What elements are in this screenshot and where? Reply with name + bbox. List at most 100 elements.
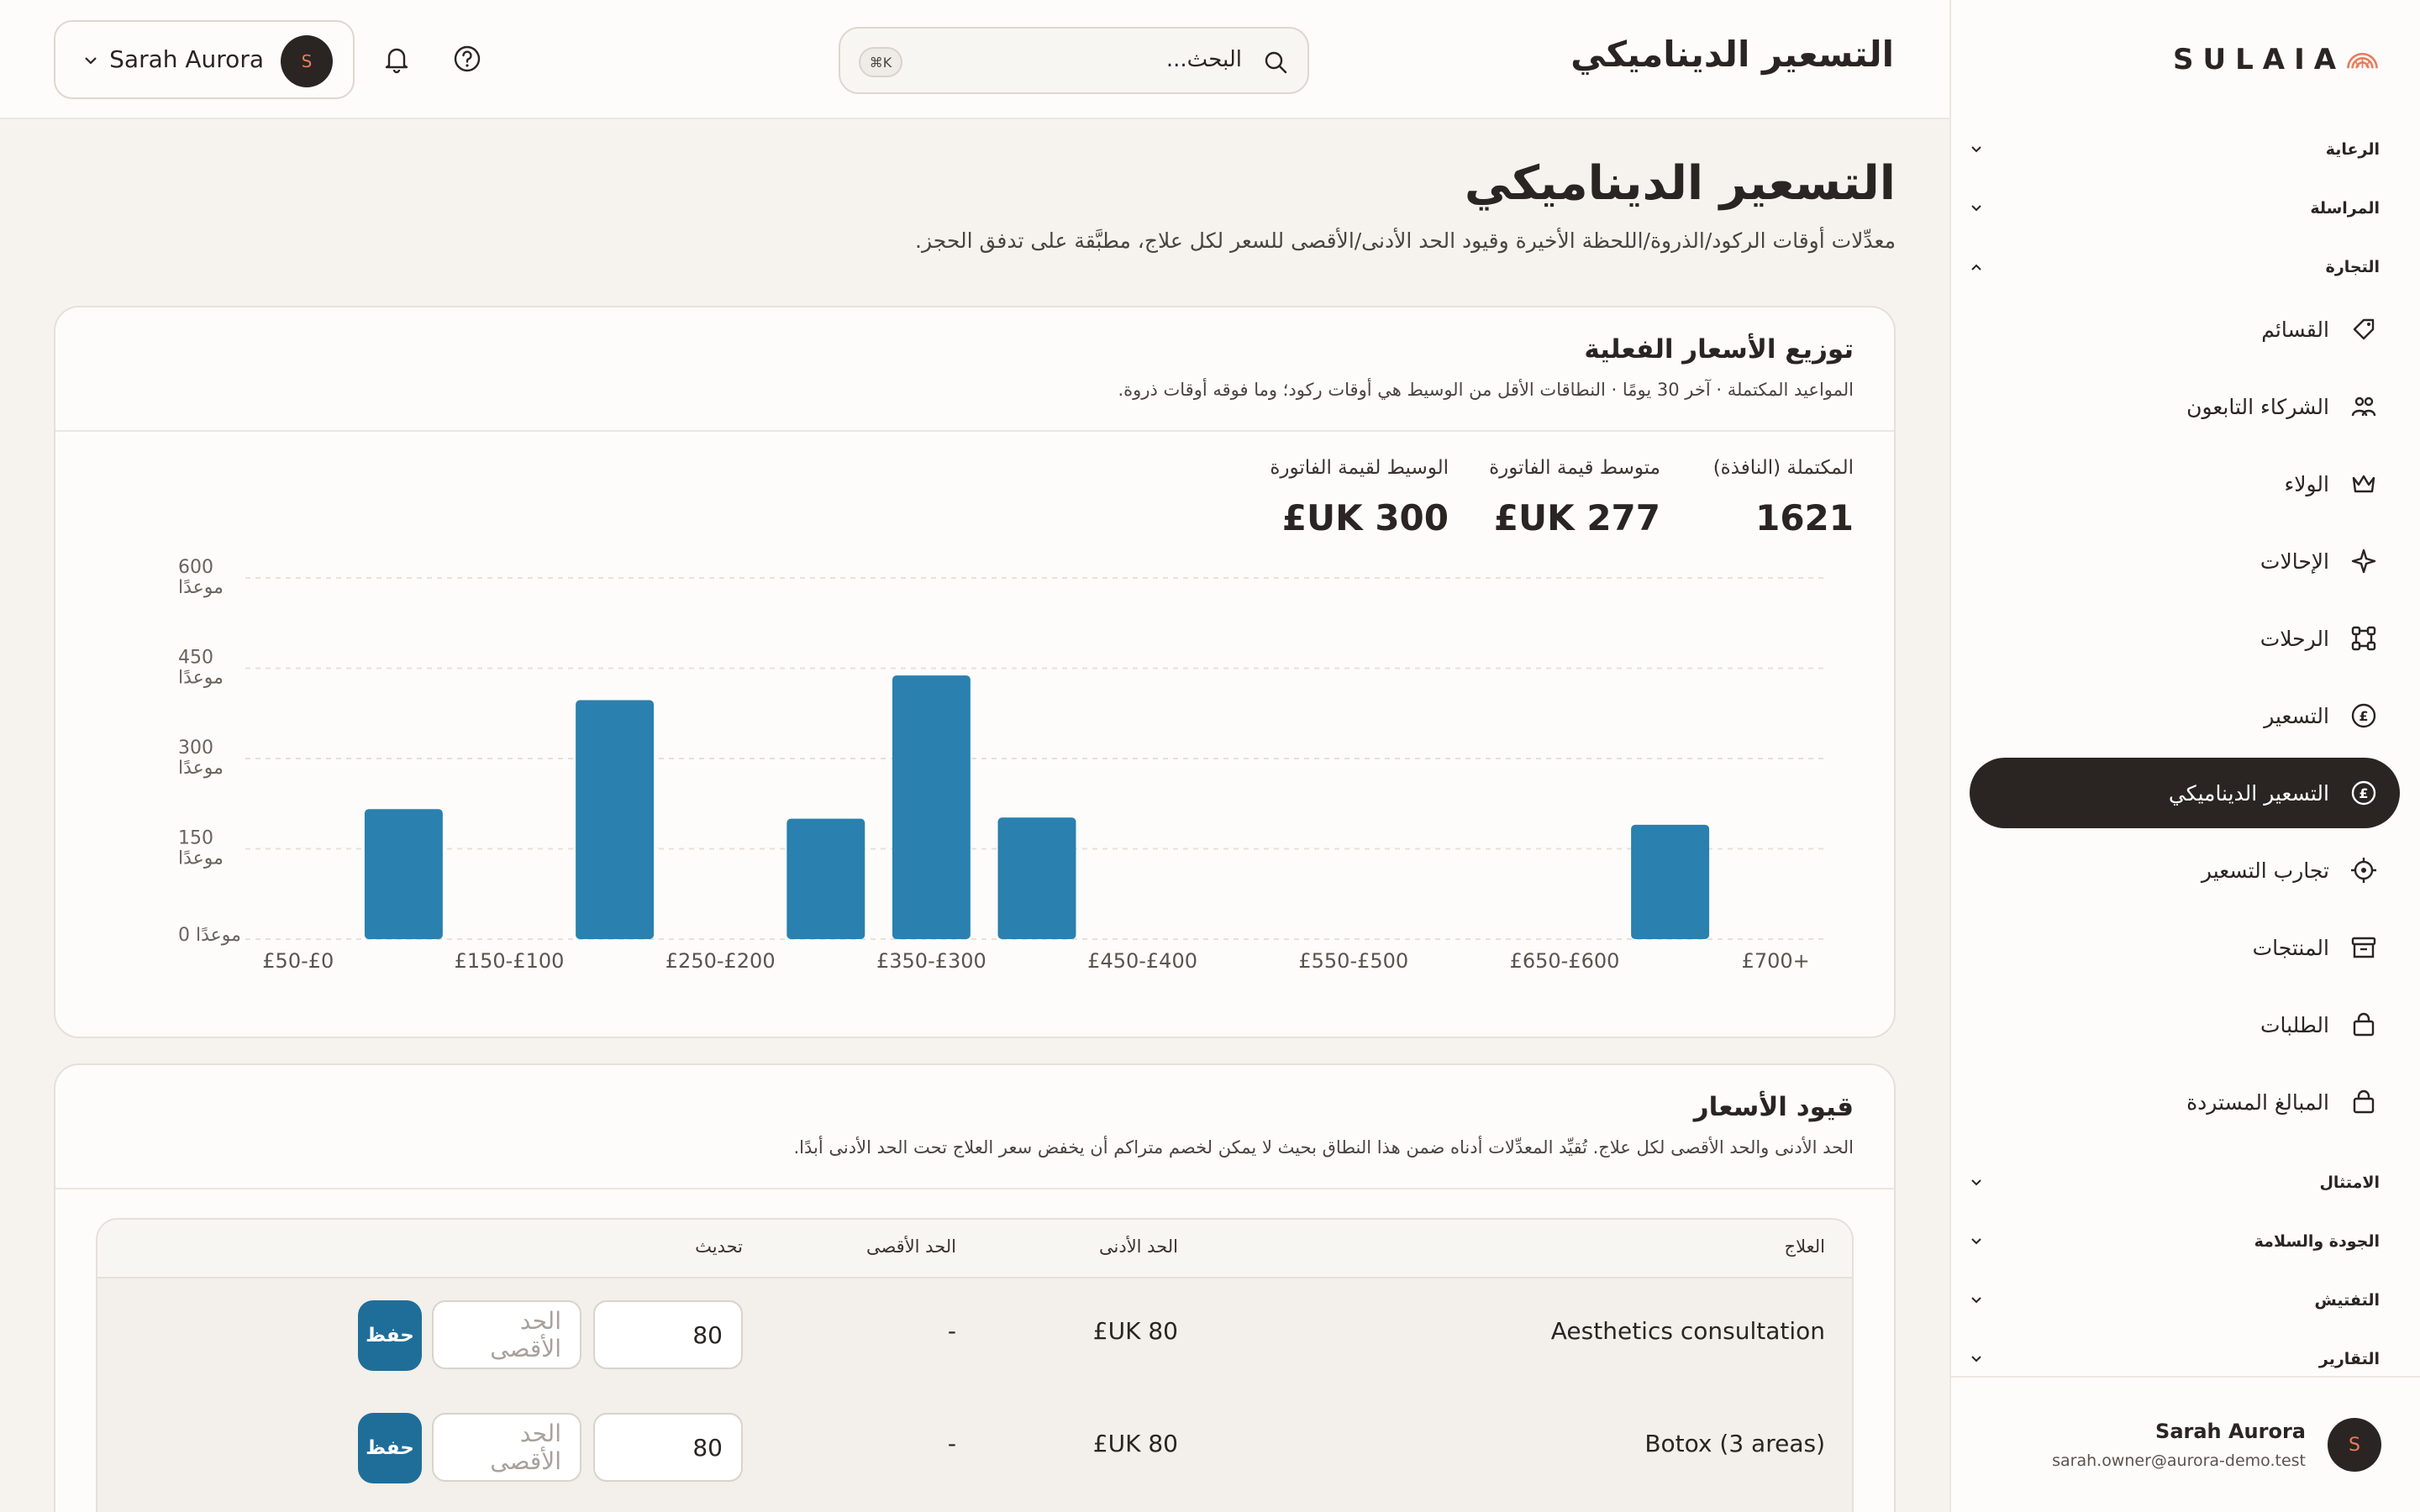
max-price: - bbox=[947, 1430, 956, 1457]
min-price: £UK 80 bbox=[1092, 1317, 1178, 1345]
nav-group-label: المراسلة bbox=[2310, 199, 2380, 218]
sidebar-item-journeys[interactable]: الرحلات bbox=[1970, 603, 2400, 674]
nav-group-commerce[interactable]: التجارة bbox=[1968, 250, 2380, 284]
bar-£250-£300[interactable] bbox=[786, 818, 865, 939]
y-tick-label: 0 موعدًا bbox=[178, 925, 241, 946]
sidebar-item-label: الطلبات bbox=[2260, 1012, 2329, 1037]
chevron-down-icon bbox=[1971, 1238, 1981, 1245]
nav-group-messaging[interactable]: المراسلة bbox=[1968, 192, 2380, 225]
nav-group-label: الامتثال bbox=[2319, 1173, 2380, 1192]
y-tick-label: 150 موعدًا bbox=[178, 828, 224, 869]
table-row: Botox (3 areas) £UK 80 - 80 الحد الأقصى … bbox=[97, 1391, 1852, 1504]
notifications-button[interactable] bbox=[380, 42, 413, 76]
chevron-down-icon bbox=[1971, 1297, 1981, 1304]
min-price-input[interactable]: 80 bbox=[593, 1300, 743, 1369]
x-tick-label: £700+ bbox=[1742, 949, 1810, 973]
chevron-down-icon bbox=[85, 57, 97, 65]
avatar: S bbox=[281, 35, 333, 87]
sidebar-item-refunds[interactable]: المبالغ المستردة bbox=[1970, 1067, 2400, 1137]
sidebar-item-label: الشركاء التابعون bbox=[2186, 394, 2329, 419]
card-title: توزيع الأسعار الفعلية bbox=[1584, 334, 1854, 365]
bar-£300-£350[interactable] bbox=[892, 675, 971, 939]
sidebar-item-label: المنتجات bbox=[2252, 935, 2329, 960]
column-header-max: الحد الأقصى bbox=[865, 1236, 956, 1257]
user-menu-button[interactable]: S Sarah Aurora bbox=[54, 20, 355, 99]
sidebar-item-label: الولاء bbox=[2284, 471, 2330, 496]
nav-group-inspection[interactable]: التفتيش bbox=[1968, 1284, 2380, 1317]
table-row: Aesthetics consultation £UK 80 - 80 الحد… bbox=[97, 1278, 1852, 1391]
sidebar-item-dynamic-pricing[interactable]: £ التسعير الديناميكي bbox=[1970, 758, 2400, 828]
nav-group-label: الرعاية bbox=[2325, 140, 2380, 159]
treatment-name: Botox (3 areas) bbox=[1644, 1430, 1825, 1457]
x-tick-label: £450-£400 bbox=[1087, 949, 1197, 973]
sidebar-item-orders[interactable]: الطلبات bbox=[1970, 990, 2400, 1060]
x-tick-label: £650-£600 bbox=[1510, 949, 1620, 973]
target-icon bbox=[2351, 858, 2376, 883]
price-constraints-card: قيود الأسعار الحد الأدنى والحد الأقصى لك… bbox=[54, 1063, 1896, 1512]
max-price: - bbox=[947, 1317, 956, 1345]
bar-£350-£400[interactable] bbox=[997, 817, 1076, 939]
max-price-input[interactable]: الحد الأقصى bbox=[432, 1300, 581, 1369]
save-button[interactable]: حفظ bbox=[358, 1413, 422, 1483]
topbar: التسعير الديناميكي البحث... ⌘K S Sarah A… bbox=[0, 0, 1949, 119]
nav-group-care[interactable]: الرعاية bbox=[1968, 133, 2380, 166]
chevron-down-icon bbox=[1971, 146, 1981, 153]
sidebar-item-products[interactable]: المنتجات bbox=[1970, 912, 2400, 983]
help-icon bbox=[454, 45, 481, 72]
brand-name: SULAIA bbox=[2173, 43, 2346, 76]
svg-text:£: £ bbox=[2359, 708, 2368, 724]
nav-group-label: التقارير bbox=[2318, 1350, 2380, 1368]
bag-icon bbox=[2353, 1012, 2375, 1037]
stat-average-invoice: متوسط قيمة الفاتورة £UK 277 bbox=[1489, 457, 1660, 538]
distribution-card: توزيع الأسعار الفعلية المواعيد المكتملة … bbox=[54, 306, 1896, 1038]
nav-group-quality[interactable]: الجودة والسلامة bbox=[1968, 1225, 2380, 1258]
box-icon bbox=[2351, 937, 2376, 958]
brand[interactable]: SULAIA bbox=[2173, 39, 2380, 81]
nav-group-label: الجودة والسلامة bbox=[2254, 1232, 2380, 1251]
stat-value: 1621 bbox=[1755, 497, 1854, 538]
bar-£650-£700[interactable] bbox=[1631, 824, 1710, 939]
card-header: توزيع الأسعار الفعلية المواعيد المكتملة … bbox=[55, 307, 1894, 432]
card-title: قيود الأسعار bbox=[1693, 1092, 1854, 1122]
sidebar: SULAIA الرعاية المراسلة التجارة القسائم … bbox=[1949, 0, 2420, 1512]
sidebar-item-loyalty[interactable]: الولاء bbox=[1970, 449, 2400, 519]
sidebar-item-affiliates[interactable]: الشركاء التابعون bbox=[1970, 371, 2400, 442]
sidebar-item-pricing-experiments[interactable]: تجارب التسعير bbox=[1970, 835, 2400, 906]
sidebar-item-coupons[interactable]: القسائم bbox=[1970, 294, 2400, 365]
chevron-down-icon bbox=[1971, 1356, 1981, 1362]
nav-group-label: التفتيش bbox=[2314, 1291, 2380, 1310]
column-header-min: الحد الأدنى bbox=[1099, 1236, 1178, 1257]
sidebar-item-label: القسائم bbox=[2261, 317, 2329, 342]
sidebar-item-label: الرحلات bbox=[2260, 626, 2329, 651]
sidebar-item-pricing[interactable]: £ التسعير bbox=[1970, 680, 2400, 751]
sidebar-item-label: المبالغ المستردة bbox=[2186, 1089, 2329, 1115]
journey-icon bbox=[2351, 626, 2376, 651]
nav-group-compliance[interactable]: الامتثال bbox=[1968, 1166, 2380, 1200]
stat-completed: المكتملة (النافذة) 1621 bbox=[1713, 457, 1854, 538]
max-price-input[interactable]: الحد الأقصى bbox=[432, 1413, 581, 1482]
sidebar-user-card[interactable]: S Sarah Aurora sarah.owner@aurora-demo.t… bbox=[1951, 1376, 2420, 1512]
stat-value: £UK 277 bbox=[1493, 497, 1660, 538]
bar-£150-£200[interactable] bbox=[576, 700, 655, 939]
column-header-update: تحديث bbox=[695, 1236, 743, 1257]
tag-icon bbox=[2353, 318, 2375, 340]
crown-icon bbox=[2352, 475, 2375, 493]
nav-group-reports[interactable]: التقارير bbox=[1968, 1342, 2380, 1376]
save-button[interactable]: حفظ bbox=[358, 1300, 422, 1371]
help-button[interactable] bbox=[450, 42, 484, 76]
constraints-table: العلاج الحد الأدنى الحد الأقصى تحديث Aes… bbox=[96, 1218, 1854, 1512]
table-header: العلاج الحد الأدنى الحد الأقصى تحديث bbox=[97, 1220, 1852, 1278]
stat-median-invoice: الوسيط لقيمة الفاتورة £UK 300 bbox=[1270, 457, 1449, 538]
sidebar-item-referrals[interactable]: الإحالات bbox=[1970, 526, 2400, 596]
stat-label: متوسط قيمة الفاتورة bbox=[1489, 457, 1660, 479]
search-input[interactable]: البحث... ⌘K bbox=[839, 27, 1309, 94]
stat-value: £UK 300 bbox=[1281, 497, 1449, 538]
nav-group-label: التجارة bbox=[2325, 258, 2380, 276]
page-title: التسعير الديناميكي bbox=[1464, 156, 1896, 211]
user-email: sarah.owner@aurora-demo.test bbox=[2052, 1452, 2306, 1470]
min-price-input[interactable]: 80 bbox=[593, 1413, 743, 1482]
x-tick-label: £250-£200 bbox=[666, 949, 776, 973]
avatar: S bbox=[2328, 1418, 2381, 1472]
y-tick-label: 600 موعدًا bbox=[178, 557, 224, 598]
bar-£50-£100[interactable] bbox=[364, 809, 443, 939]
